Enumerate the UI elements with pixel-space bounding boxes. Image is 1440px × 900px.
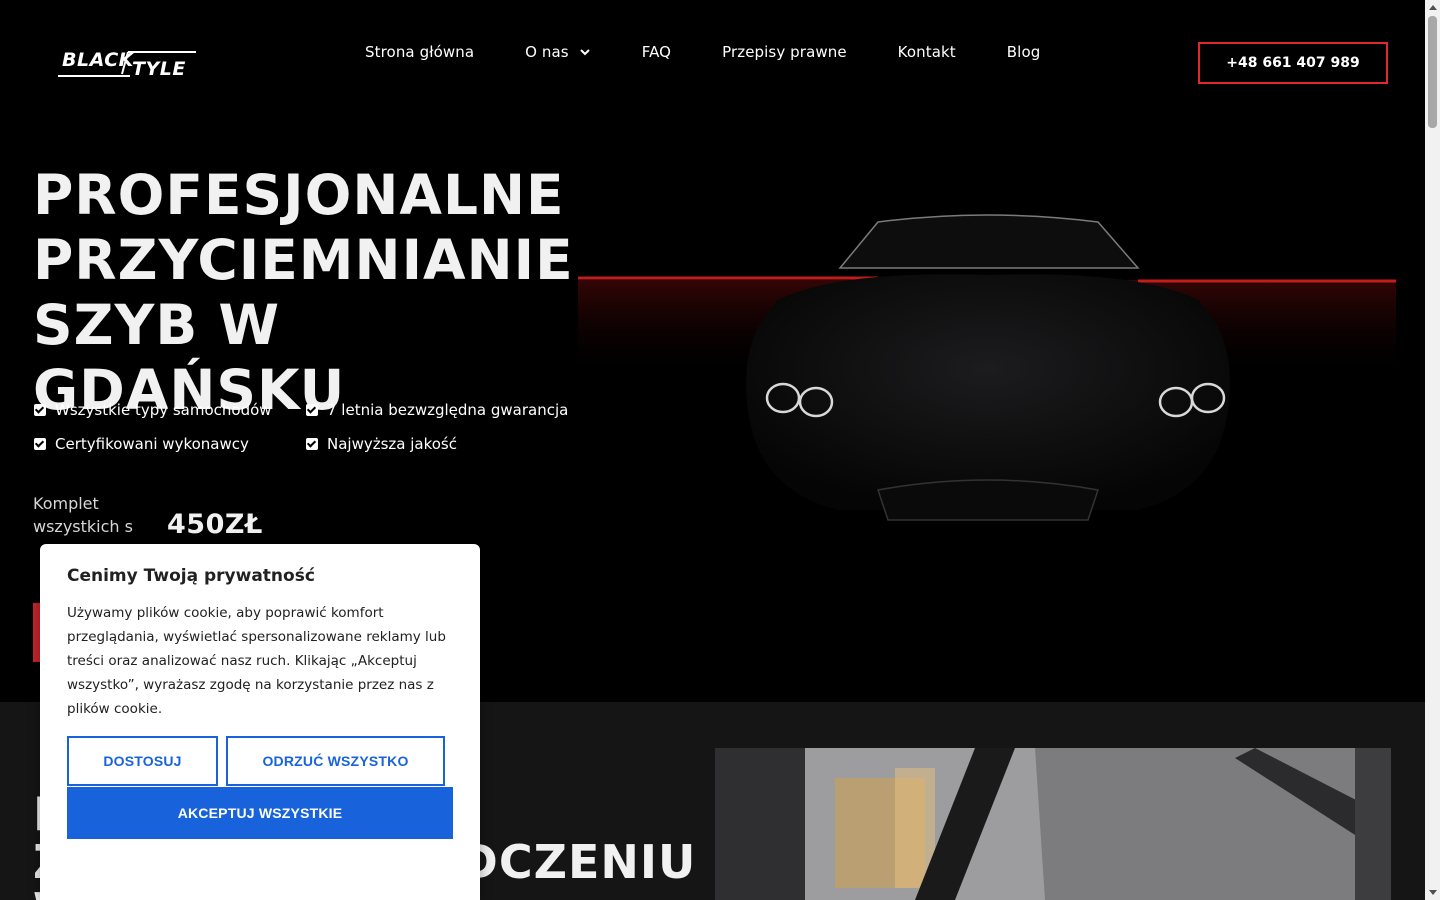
scroll-down-arrow-icon[interactable] — [1429, 890, 1437, 895]
price-value: 450ZŁ — [167, 509, 263, 540]
nav-blog-label: Blog — [1006, 43, 1041, 61]
reject-all-button[interactable]: ODRZUĆ WSZYSTKO — [226, 736, 445, 786]
cookie-description: Używamy plików cookie, aby poprawić komf… — [67, 605, 446, 717]
feature-item: Najwyższa jakość — [306, 435, 457, 453]
checkbox-icon — [34, 404, 46, 416]
nav-blog[interactable]: Blog — [1007, 43, 1041, 61]
cookie-consent-banner: Cenimy Twoją prywatność Używamy plików c… — [40, 544, 480, 900]
nav-contact-label: Kontakt — [897, 43, 956, 61]
nav-legal-label: Przepisy prawne — [722, 43, 847, 61]
nav-home[interactable]: Strona główna — [365, 43, 474, 61]
site-logo[interactable]: BLACK TYLE — [58, 46, 198, 80]
accept-all-button[interactable]: AKCEPTUJ WSZYSTKIE — [67, 787, 453, 839]
hero-title-line: PRZYCIEMNIANIE — [33, 228, 574, 292]
phone-button[interactable]: +48 661 407 989 — [1198, 42, 1388, 84]
nav-contact[interactable]: Kontakt — [898, 43, 956, 61]
feature-label: Certyfikowani wykonawcy — [55, 435, 249, 453]
hero-car-image — [578, 180, 1396, 560]
main-nav: Strona główna O nas FAQ Przepisy prawne … — [365, 43, 1040, 61]
checkbox-icon — [306, 438, 318, 450]
nav-home-label: Strona główna — [365, 43, 475, 61]
svg-text:TYLE: TYLE — [132, 58, 186, 80]
hero-title: PROFESJONALNE PRZYCIEMNIANIE SZYB W GDAŃ… — [33, 163, 593, 423]
car-window-photo — [715, 748, 1391, 900]
site-header: BLACK TYLE Strona główna O nas FAQ Przep… — [0, 0, 1425, 120]
checkbox-icon — [34, 438, 46, 450]
chevron-down-icon — [580, 49, 590, 56]
feature-label: Najwyższa jakość — [327, 435, 457, 453]
nav-faq-label: FAQ — [641, 43, 672, 61]
checkbox-icon — [306, 404, 318, 416]
nav-about[interactable]: O nas — [525, 43, 591, 61]
feature-item: Certyfikowani wykonawcy — [34, 435, 249, 453]
price-label: Komplet wszystkich s — [33, 494, 133, 536]
nav-faq[interactable]: FAQ — [642, 43, 671, 61]
customize-button[interactable]: DOSTOSUJ — [67, 736, 218, 786]
feature-item: Wszystkie typy samochodów — [34, 401, 272, 419]
feature-item: 7 letnia bezwzględna gwarancja — [306, 401, 568, 419]
scroll-up-arrow-icon[interactable] — [1429, 5, 1437, 10]
nav-about-label: O nas — [525, 43, 569, 61]
scroll-thumb[interactable] — [1428, 16, 1437, 128]
cookie-title: Cenimy Twoją prywatność — [67, 566, 315, 586]
page-scrollbar[interactable] — [1425, 0, 1440, 900]
nav-legal[interactable]: Przepisy prawne — [722, 43, 847, 61]
hero-title-line: PROFESJONALNE — [33, 163, 565, 227]
feature-label: Wszystkie typy samochodów — [55, 401, 272, 419]
feature-label: 7 letnia bezwzględna gwarancja — [327, 401, 569, 419]
